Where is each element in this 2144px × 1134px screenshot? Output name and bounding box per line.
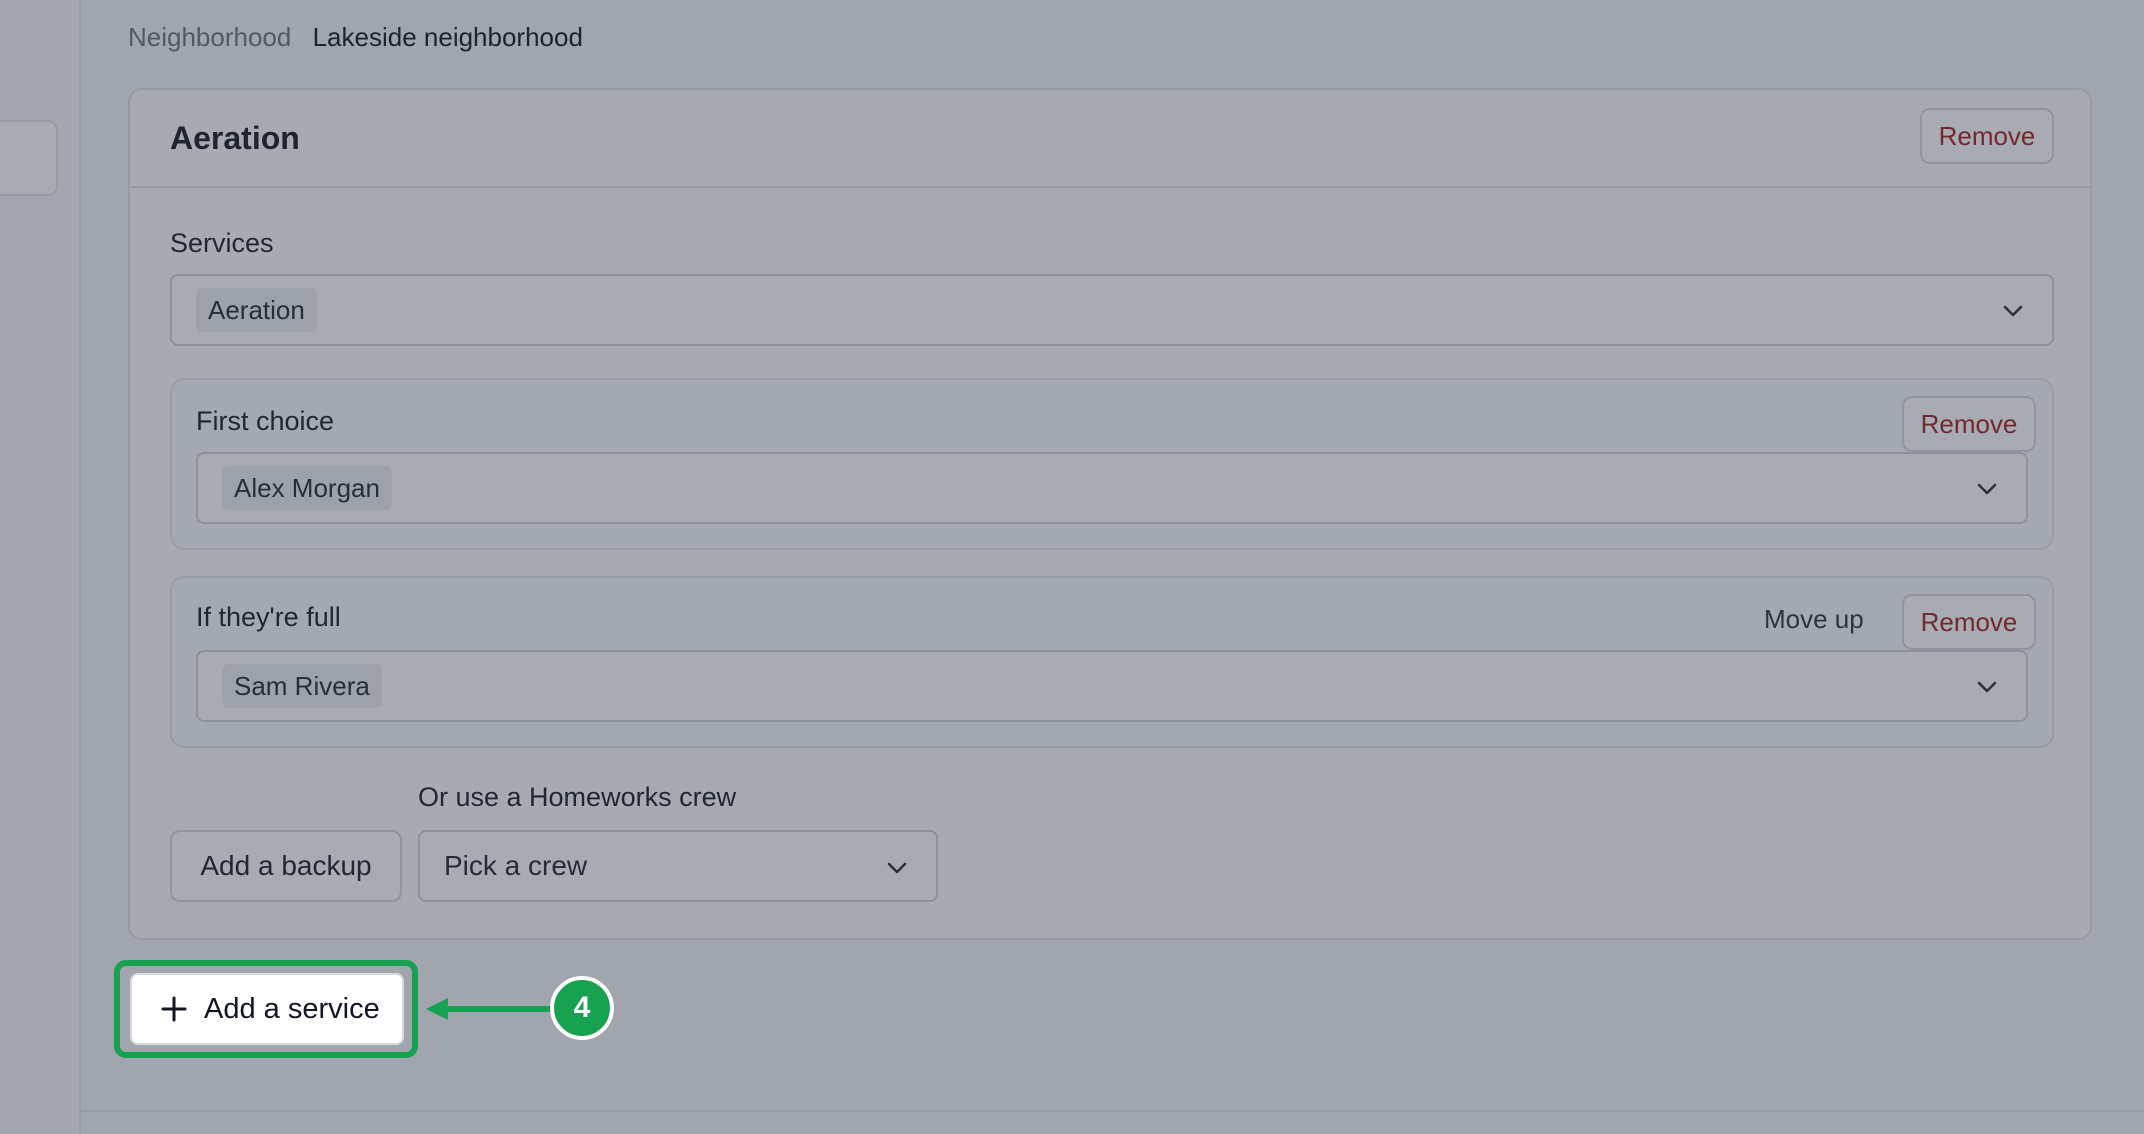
add-service-label: Add a service [204,993,380,1025]
chevron-down-icon [1977,681,1997,693]
crew-select[interactable]: Pick a crew [418,830,938,902]
service-card: Aeration Remove Services Aeration First … [128,88,2092,940]
arrow-left-icon [426,998,552,1020]
crew-label: Or use a Homeworks crew [418,782,737,812]
first-choice-chip[interactable]: Alex Morgan [222,466,392,510]
divider [80,1110,2144,1112]
plus-icon [161,996,187,1022]
selected-service-chip[interactable]: Aeration [196,288,317,332]
service-card-header: Aeration Remove [130,90,2090,188]
service-title: Aeration [170,120,300,156]
add-service-button[interactable]: Add a service [130,973,404,1045]
add-backup-button[interactable]: Add a backup [170,830,402,902]
backup-select[interactable]: Sam Rivera [196,650,2028,722]
chevron-down-icon [887,862,907,874]
step-badge: 4 [550,976,614,1040]
remove-first-choice-button[interactable]: Remove [1902,396,2036,452]
chevron-down-icon [1977,483,1997,495]
move-up-button[interactable]: Move up [1764,604,1864,635]
services-label: Services [170,228,274,258]
neighborhood-label: Neighborhood [128,22,292,52]
crew-select-placeholder: Pick a crew [444,850,588,881]
first-choice-select[interactable]: Alex Morgan [196,452,2028,524]
remove-backup-button[interactable]: Remove [1902,594,2036,650]
remove-service-button[interactable]: Remove [1920,108,2054,164]
left-sidebar [0,0,81,1134]
first-choice-label: First choice [196,406,335,436]
first-choice-card: First choice Remove Alex Morgan [170,378,2054,550]
backup-label: If they're full [196,602,341,632]
backup-card: If they're full Move up Remove Sam River… [170,576,2054,748]
neighborhood-value: Lakeside neighborhood [312,22,583,52]
backup-chip[interactable]: Sam Rivera [222,664,382,708]
services-select[interactable]: Aeration [170,274,2054,346]
chevron-down-icon [2003,305,2023,317]
neighborhood-row: Neighborhood Lakeside neighborhood [128,22,583,53]
sidebar-tab[interactable] [0,120,58,196]
